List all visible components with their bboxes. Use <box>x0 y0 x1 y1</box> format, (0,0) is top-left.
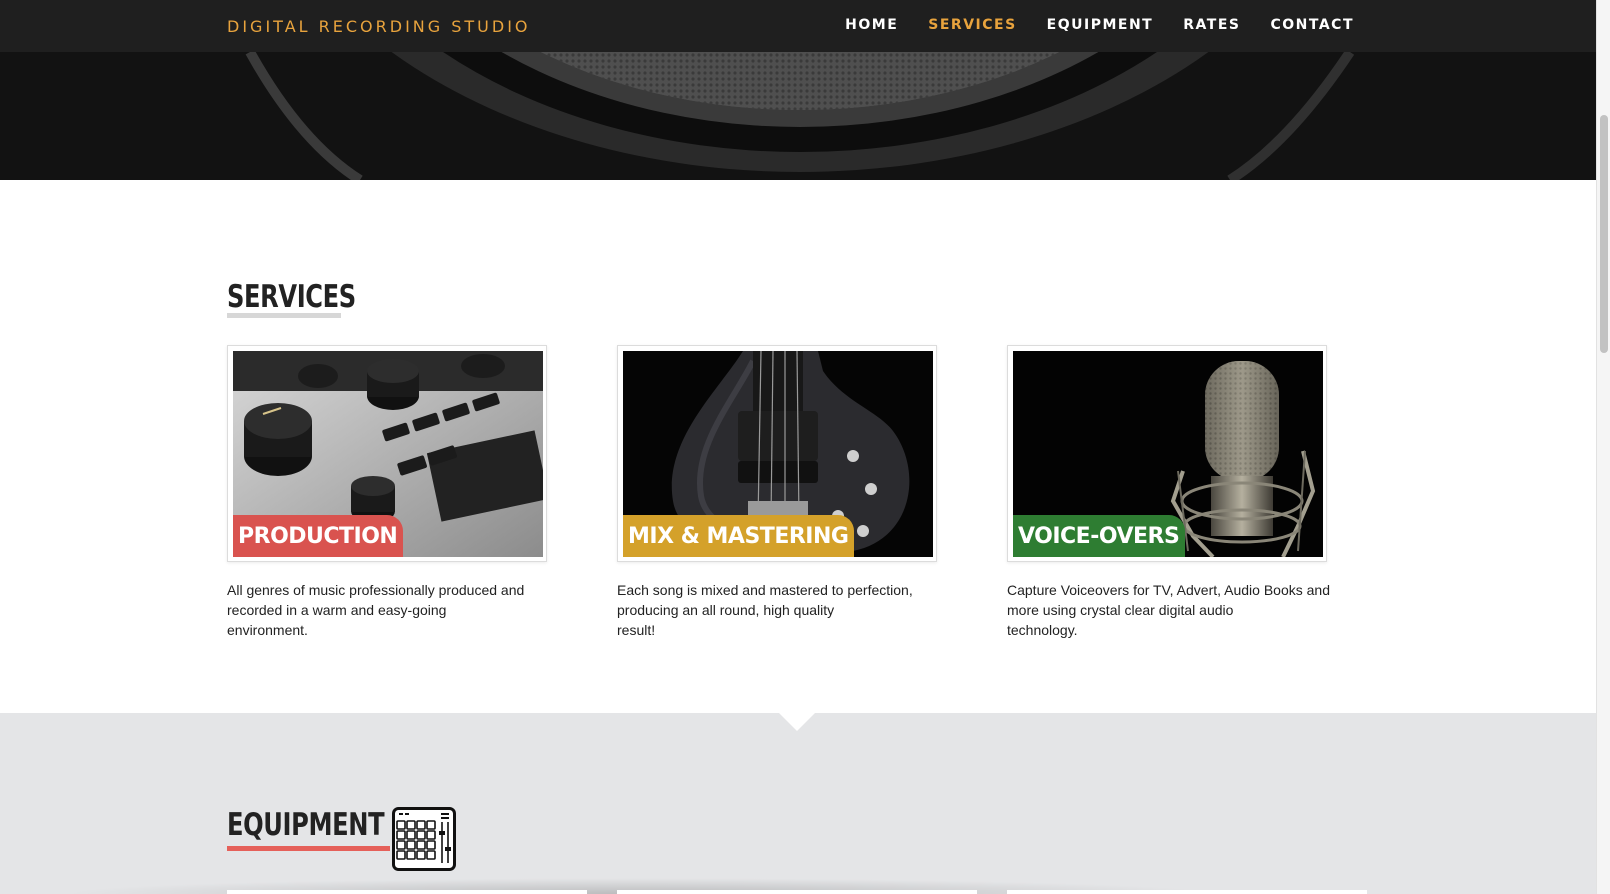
equipment-title: EQUIPMENT <box>227 807 385 843</box>
top-navbar: DIGITAL RECORDING STUDIO HOME SERVICES E… <box>0 0 1596 52</box>
mix-desc-line-1: Each song is mixed and mastered to perfe… <box>617 582 913 598</box>
voice-overs-label: VOICE-OVERS <box>1013 515 1186 557</box>
voice-desc-line-3: technology. <box>1007 622 1078 638</box>
equipment-card-edge-2 <box>617 890 977 894</box>
equipment-card-edge-1 <box>227 890 587 894</box>
section-divider-arrow <box>779 713 815 731</box>
nav-contact[interactable]: CONTACT <box>1270 17 1354 33</box>
nav-home[interactable]: HOME <box>845 17 898 33</box>
page-scrollbar[interactable] <box>1596 0 1610 894</box>
equipment-card-edge-3 <box>1007 890 1367 894</box>
scrollbar-thumb[interactable] <box>1600 115 1608 353</box>
voice-desc-line-1: Capture Voiceovers for TV, Advert, Audio… <box>1007 582 1330 598</box>
nav-services[interactable]: SERVICES <box>928 17 1016 33</box>
mix-mastering-image: MIX & MASTERING <box>623 351 933 557</box>
hero-speaker-image <box>0 52 1596 180</box>
equipment-title-underline <box>227 846 390 851</box>
production-label: PRODUCTION <box>233 515 404 557</box>
speaker-cone-graphic <box>0 52 1596 180</box>
production-image: PRODUCTION <box>233 351 543 557</box>
production-desc-line-1: All genres of music professionally produ… <box>227 582 525 598</box>
service-card-mix-mastering[interactable]: MIX & MASTERING <box>617 345 937 562</box>
drum-pad-controller-icon <box>392 807 456 871</box>
brand-logo-text[interactable]: DIGITAL RECORDING STUDIO <box>227 17 531 36</box>
production-desc-line-2: recorded in a warm and easy-going <box>227 602 447 618</box>
production-desc-line-3: environment. <box>227 622 308 638</box>
mix-mastering-description: Each song is mixed and mastered to perfe… <box>617 580 917 640</box>
mix-desc-line-3: result! <box>617 622 656 638</box>
voice-overs-description: Capture Voiceovers for TV, Advert, Audio… <box>1007 580 1337 640</box>
mix-mastering-label: MIX & MASTERING <box>623 515 855 557</box>
services-title: SERVICES <box>227 279 356 315</box>
nav-menu: HOME SERVICES EQUIPMENT RATES CONTACT <box>845 17 1354 33</box>
services-title-underline <box>227 313 341 318</box>
equipment-section <box>0 713 1596 894</box>
service-card-voice-overs[interactable]: VOICE-OVERS <box>1007 345 1327 562</box>
nav-rates[interactable]: RATES <box>1183 17 1240 33</box>
production-description: All genres of music professionally produ… <box>227 580 527 640</box>
nav-equipment[interactable]: EQUIPMENT <box>1047 17 1154 33</box>
voice-desc-line-2: more using crystal clear digital audio <box>1007 602 1234 618</box>
page: DIGITAL RECORDING STUDIO HOME SERVICES E… <box>0 0 1596 894</box>
mix-desc-line-2: producing an all round, high quality <box>617 602 835 618</box>
service-card-production[interactable]: PRODUCTION <box>227 345 547 562</box>
voice-overs-image: VOICE-OVERS <box>1013 351 1323 557</box>
